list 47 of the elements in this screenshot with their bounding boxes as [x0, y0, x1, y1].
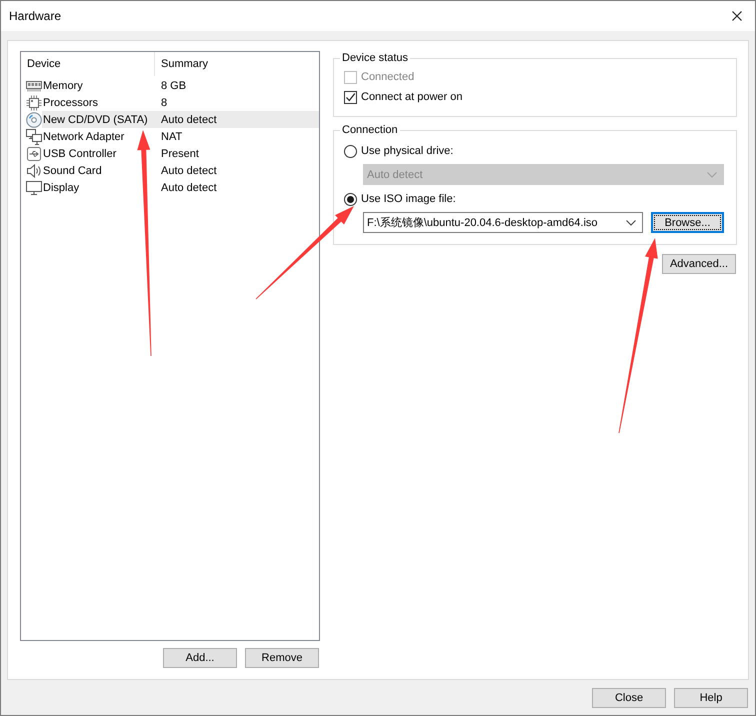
dropdown-field[interactable]: F:\系统镜像\ubuntu-20.04.6-desktop-amd64.iso	[363, 212, 643, 233]
add-button[interactable]: Add...	[163, 648, 237, 668]
device-summary: Present	[161, 148, 199, 160]
remove-button[interactable]: Remove	[245, 648, 319, 668]
window-title: Hardware	[9, 9, 62, 23]
column-header[interactable]: Device	[21, 52, 155, 76]
close-button[interactable]: Close	[592, 688, 666, 708]
list-row[interactable]: Network Adapter NAT	[42, 128, 319, 145]
list-row[interactable]: Display Auto detect	[42, 179, 319, 196]
radio-button[interactable]	[344, 192, 357, 206]
device-summary: Auto detect	[161, 114, 217, 126]
device-name: New CD/DVD (SATA)	[42, 114, 149, 126]
device-summary: Auto detect	[161, 164, 217, 176]
list-row[interactable]: Memory 8 GB	[42, 77, 319, 94]
device-name: Display	[42, 182, 80, 194]
device-summary: 8 GB	[161, 80, 186, 92]
processor-chip-icon	[26, 94, 42, 110]
device-name: Processors	[42, 96, 100, 108]
device-name: Memory	[42, 80, 84, 92]
radio-label[interactable]: Use physical drive:	[361, 145, 454, 157]
device-summary: 8	[161, 96, 168, 108]
group-title: Connection	[341, 123, 399, 137]
help-button[interactable]: Help	[674, 688, 748, 708]
list-row[interactable]: New CD/DVD (SATA) Auto detect	[42, 111, 319, 128]
advanced-button[interactable]: Advanced...	[662, 254, 736, 274]
device-name: Network Adapter	[42, 130, 126, 142]
browse-button[interactable]: Browse...	[651, 212, 724, 233]
device-name: Sound Card	[42, 164, 103, 176]
checkbox[interactable]	[344, 90, 357, 104]
chevron-down-icon	[707, 172, 717, 178]
monitor-icon	[26, 180, 42, 196]
checkbox-label[interactable]: Connect at power on	[361, 91, 463, 103]
group-title: Device status	[341, 51, 410, 65]
chevron-down-icon	[626, 220, 636, 226]
device-summary: NAT	[161, 130, 182, 142]
radio-label[interactable]: Use ISO image file:	[361, 193, 456, 205]
disc-icon	[26, 112, 42, 128]
network-computers-icon	[26, 128, 42, 144]
radio-button[interactable]	[344, 144, 357, 158]
column-header[interactable]: Summary	[155, 52, 319, 76]
device-summary: Auto detect	[161, 182, 217, 194]
list-row[interactable]: USB Controller Present	[42, 145, 319, 162]
device-name: USB Controller	[42, 148, 118, 160]
list-row[interactable]: Processors 8	[42, 94, 319, 111]
close-icon	[732, 11, 742, 21]
speaker-icon	[26, 162, 42, 178]
list-row[interactable]: Sound Card Auto detect	[42, 162, 319, 179]
